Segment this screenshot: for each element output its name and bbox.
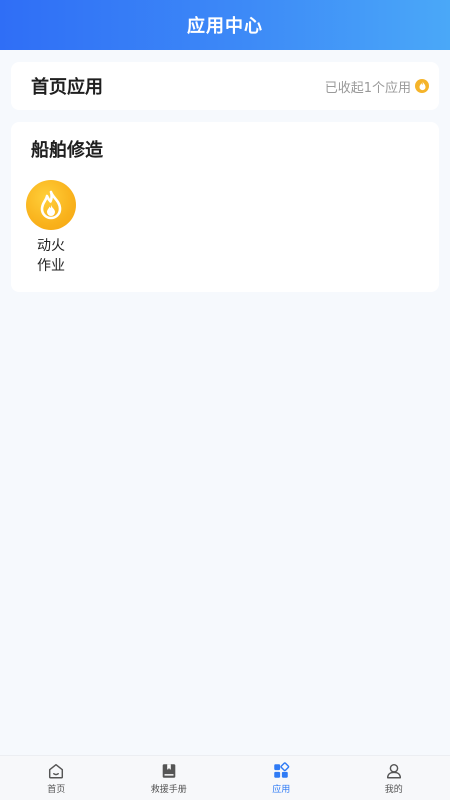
bottom-tab-bar: 首页 救援手册 应用 我的 [0,755,450,800]
user-icon [386,763,401,778]
collapsed-apps-toggle[interactable]: 已收起1个应用 [325,77,429,96]
tab-rescue-manual-label: 救援手册 [150,784,187,795]
tab-rescue-manual[interactable]: 救援手册 [113,756,226,800]
page-title: 应用中心 [187,16,263,37]
book-icon [162,763,176,778]
tab-mine-label: 我的 [384,784,403,795]
collapsed-apps-text: 已收起1个应用 [324,80,411,96]
ship-repair-card: 船舶修造 动火作业 [11,122,439,292]
home-icon [49,763,64,778]
fire-small-icon [415,79,429,93]
ship-repair-title: 船舶修造 [31,140,103,161]
app-grid: 动火作业 [26,180,419,276]
tab-mine[interactable]: 我的 [338,756,450,800]
tab-apps[interactable]: 应用 [225,756,338,800]
apps-icon [274,761,290,778]
home-apps-card: 首页应用 已收起1个应用 [11,62,439,110]
fire-icon [26,180,76,230]
app-label: 动火作业 [37,238,65,274]
app-hot-work[interactable]: 动火作业 [18,180,84,276]
tab-home[interactable]: 首页 [0,756,113,800]
home-apps-title: 首页应用 [31,77,103,98]
tab-home-label: 首页 [47,784,66,795]
tab-apps-label: 应用 [272,784,291,795]
app-header: 应用中心 [0,0,450,50]
